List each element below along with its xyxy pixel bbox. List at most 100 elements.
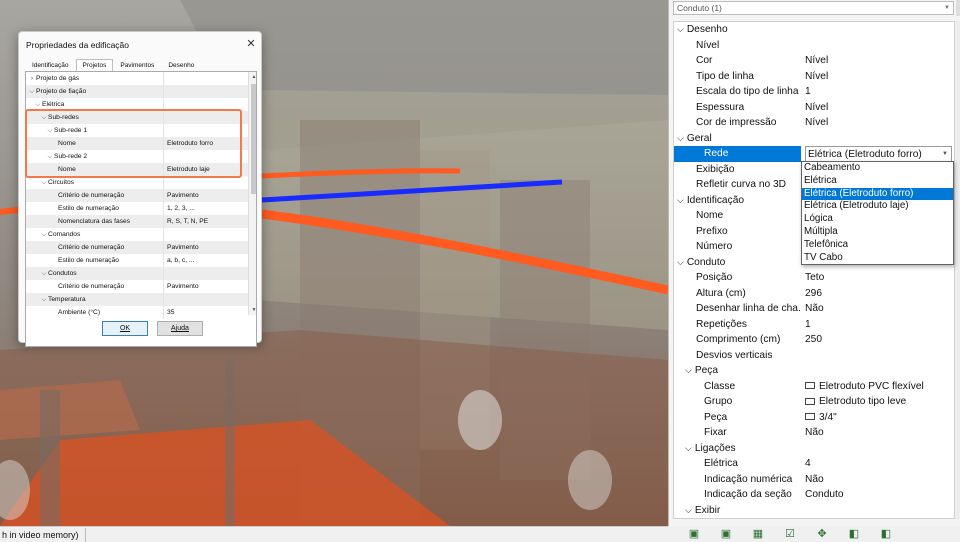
property-row[interactable]: Cor Nível [674,53,954,69]
property-value[interactable]: 3/4" [805,410,952,426]
property-row[interactable]: Classe Eletroduto PVC flexível [674,379,954,395]
dropdown-option[interactable]: Lógica [802,213,953,226]
help-button[interactable]: Ajuda [157,321,203,336]
chevron-down-icon[interactable]: ⌵ [685,505,692,515]
property-category[interactable]: ⌵ Desenho [674,22,954,38]
property-row[interactable]: Nível [674,38,954,54]
dialog-row[interactable]: › Projeto de gás [26,72,248,85]
property-row[interactable]: Escala do tipo de linha 1 [674,84,954,100]
chevron-down-icon[interactable]: ⌵ [40,228,48,241]
ok-button[interactable]: OK [102,321,148,336]
chevron-right-icon[interactable]: › [28,72,36,85]
tab-desenho[interactable]: Desenho [161,59,201,71]
property-value[interactable]: 250 [805,332,952,348]
dialog-row[interactable]: Estilo de numeração a, b, c, ... [26,254,248,267]
rede-dropdown-list[interactable]: Cabeamento Elétrica Elétrica (Eletroduto f… [801,161,954,265]
dialog-row[interactable]: ⌵Sub-rede 2 [26,150,248,163]
property-value[interactable]: Nível [805,100,952,116]
property-row[interactable]: Rede Elétrica (Eletroduto forro) ▼ [674,146,954,162]
property-value[interactable]: Nível [805,115,952,131]
dialog-row[interactable]: ⌵Projeto de fiação [26,85,248,98]
property-value[interactable] [805,38,952,54]
layers-icon[interactable]: ◧ [838,526,870,542]
dialog-row[interactable]: ⌵Sub-rede 1 [26,124,248,137]
dialog-row[interactable]: Estilo de numeração 1, 2, 3, ... [26,202,248,215]
layers-icon[interactable]: ◧ [870,526,902,542]
dropdown-option[interactable]: Elétrica (Eletroduto forro) [802,187,953,201]
chevron-down-icon[interactable]: ⌵ [40,111,48,124]
chevron-down-icon[interactable]: ⌵ [46,124,54,137]
dialog-row[interactable]: Critério de numeração Pavimento [26,241,248,254]
dialog-scrollbar[interactable]: ▲ ▼ [248,72,256,315]
property-value[interactable]: Não [805,472,952,488]
property-scrollbar[interactable] [955,21,960,519]
dialog-row[interactable]: Nomenclatura das fases R, S, T, N, PE [26,215,248,228]
tab-pavimentos[interactable]: Pavimentos [113,59,161,71]
property-row[interactable]: Desenhar linha de cha... Não [674,301,954,317]
tab-identificacao[interactable]: Identificação [25,59,76,71]
view-icon[interactable]: ▣ [710,526,742,542]
chevron-down-icon[interactable]: ⌵ [677,133,684,143]
property-row[interactable]: Repetições 1 [674,317,954,333]
chevron-down-icon[interactable]: ⌵ [34,98,42,111]
property-row[interactable]: Elétrica 4 [674,456,954,472]
grid-icon[interactable]: ▦ [742,526,774,542]
property-value[interactable]: Não [805,301,952,317]
chevron-down-icon[interactable]: ⌵ [40,176,48,189]
property-value[interactable]: Eletroduto tipo leve [805,394,952,410]
dialog-row[interactable]: ⌵Condutos [26,267,248,280]
property-value[interactable]: Nível [805,53,952,69]
scroll-down-icon[interactable]: ▼ [249,305,256,315]
scroll-up-icon[interactable]: ▲ [249,72,256,82]
property-value[interactable]: Não [805,425,952,441]
property-row[interactable]: Grupo Eletroduto tipo leve [674,394,954,410]
property-row[interactable]: Fixar Não [674,425,954,441]
chevron-down-icon[interactable]: ⌵ [677,257,684,267]
dialog-row[interactable]: Critério de numeração Pavimento [26,280,248,293]
property-value[interactable]: Conduto [805,487,952,503]
property-value[interactable] [805,348,952,364]
property-value[interactable]: 1 [805,84,952,100]
check-icon[interactable]: ☑ [774,526,806,542]
chevron-down-icon[interactable]: ⌵ [46,150,54,163]
property-row[interactable]: Tipo de linha Nível [674,69,954,85]
property-value[interactable]: Teto [805,270,952,286]
property-value[interactable]: Eletroduto PVC flexível [805,379,952,395]
dialog-row[interactable]: ⌵Comandos [26,228,248,241]
dropdown-option[interactable]: Múltipla [802,226,953,239]
property-row[interactable]: Altura (cm) 296 [674,286,954,302]
chevron-down-icon[interactable]: ⌵ [685,443,692,453]
property-value[interactable]: Nível [805,69,952,85]
dropdown-option[interactable]: TV Cabo [802,252,953,265]
chevron-down-icon[interactable]: ⌵ [40,293,48,306]
scroll-thumb[interactable] [251,84,256,194]
property-row[interactable]: Posição Teto [674,270,954,286]
property-value[interactable]: 1 [805,317,952,333]
dialog-row[interactable]: Nome Eletroduto forro [26,137,248,150]
property-category[interactable]: ⌵ Peça [674,363,954,379]
chevron-down-icon[interactable]: ⌵ [40,267,48,280]
property-row[interactable]: Desvios verticais [674,348,954,364]
dialog-row[interactable]: Ambiente (°C) 35 [26,306,248,319]
property-category[interactable]: ⌵ Ligações [674,440,954,456]
close-icon[interactable]: ✕ [244,37,258,51]
chevron-down-icon[interactable]: ⌵ [28,85,36,98]
chevron-down-icon[interactable]: ⌵ [677,24,684,34]
property-row[interactable]: Indicação da seção Conduto [674,487,954,503]
property-row[interactable]: Espessura Nível [674,100,954,116]
chevron-down-icon[interactable]: ⌵ [685,365,692,375]
element-selector[interactable]: Conduto (1) ▼ [673,1,954,15]
property-value[interactable]: 4 [805,456,952,472]
property-row[interactable]: Comprimento (cm) 250 [674,332,954,348]
property-row[interactable]: Indicação numérica Não [674,472,954,488]
tool-icon[interactable]: ✥ [806,526,838,542]
property-category[interactable]: ⌵ Geral [674,130,954,146]
dropdown-option[interactable]: Elétrica (Eletroduto laje) [802,200,953,213]
dropdown-option[interactable]: Elétrica [802,175,953,188]
panel-pin[interactable] [956,0,960,16]
property-value[interactable]: Elétrica (Eletroduto forro) ▼ [805,146,952,162]
property-category[interactable]: ⌵ Exibir [674,502,954,518]
dialog-row[interactable]: ⌵Elétrica [26,98,248,111]
dialog-row[interactable]: ⌵Temperatura [26,293,248,306]
dropdown-option[interactable]: Cabeamento [802,162,953,175]
